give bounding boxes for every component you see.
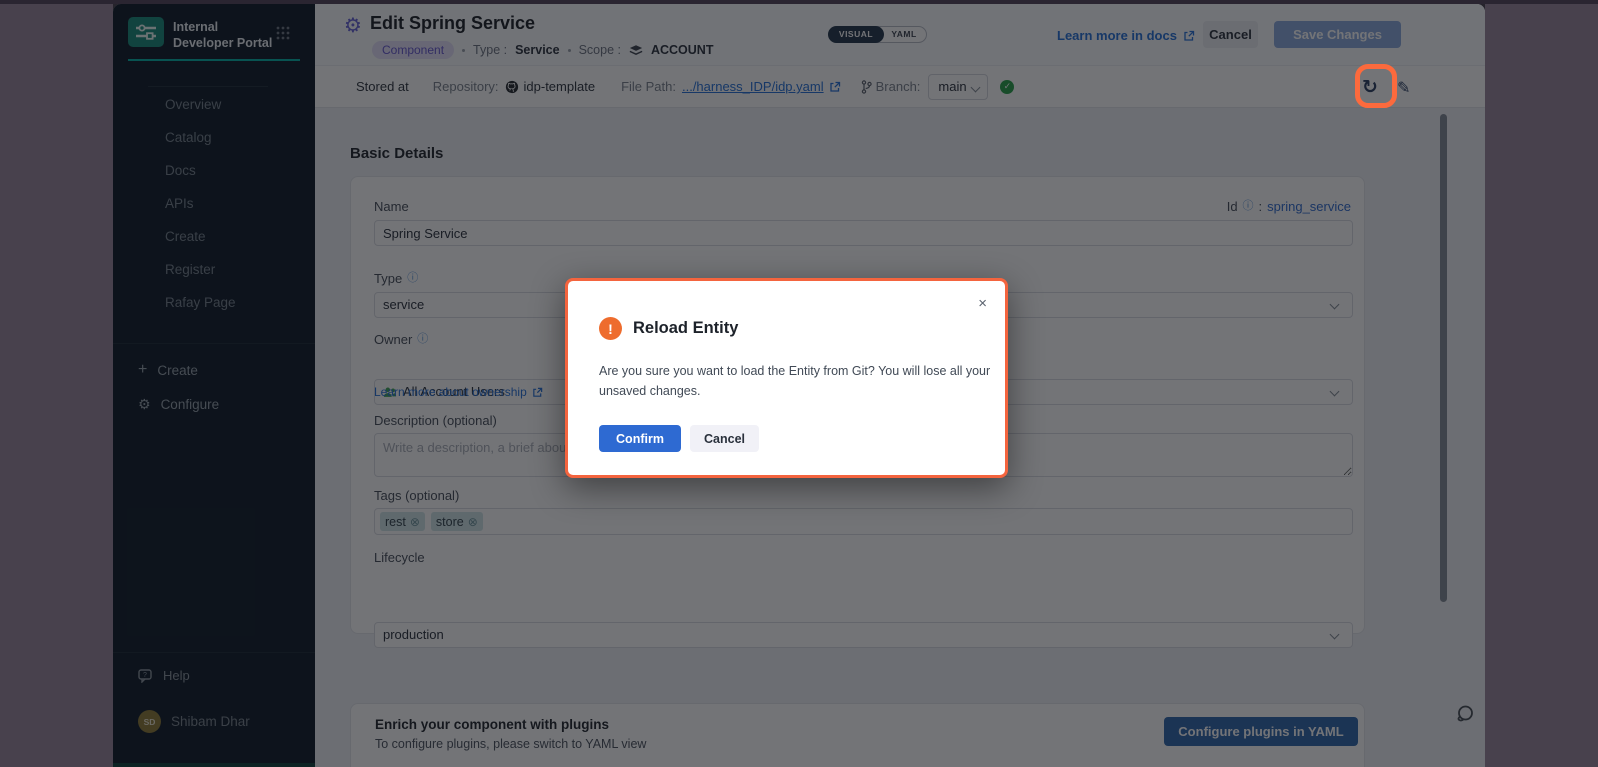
modal-body-text: Are you sure you want to load the Entity… (599, 361, 999, 401)
modal-title: Reload Entity (633, 319, 738, 338)
reload-entity-modal: × ! Reload Entity Are you sure you want … (565, 278, 1008, 478)
close-icon[interactable]: × (978, 295, 987, 312)
confirm-button[interactable]: Confirm (599, 425, 681, 452)
warning-icon: ! (599, 317, 622, 340)
modal-cancel-button[interactable]: Cancel (690, 425, 759, 452)
annotation-highlight-ring (1355, 64, 1397, 108)
